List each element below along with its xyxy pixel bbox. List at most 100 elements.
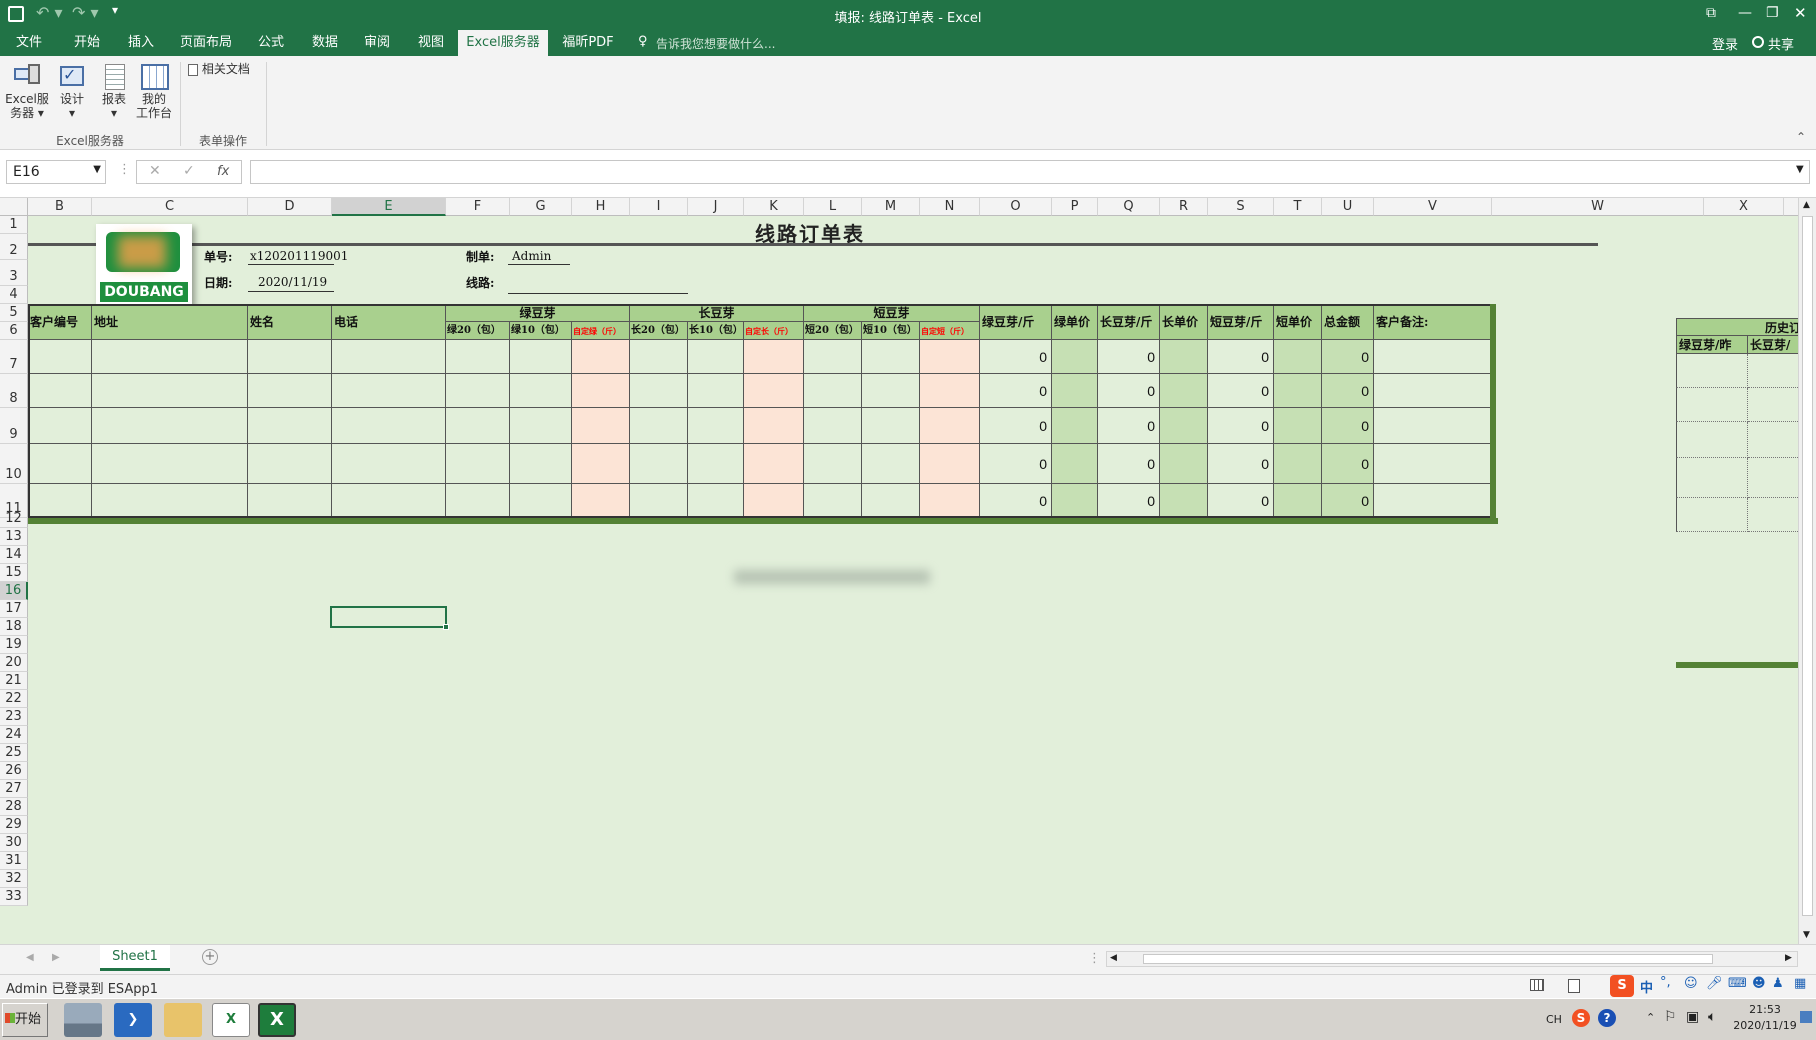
- table-cell-t11[interactable]: [1274, 484, 1322, 518]
- row-header-12[interactable]: 12: [0, 511, 28, 528]
- table-cell-e11[interactable]: [332, 484, 446, 518]
- table-cell-b7[interactable]: [28, 340, 92, 374]
- table-cell-c11[interactable]: [92, 484, 248, 518]
- mic-icon[interactable]: 🎤︎: [1706, 976, 1723, 991]
- help-tray-icon[interactable]: ?: [1598, 1009, 1616, 1027]
- table-cell-g8[interactable]: [510, 374, 572, 408]
- network-icon[interactable]: ▣: [1686, 1009, 1699, 1025]
- table-cell-i7[interactable]: [630, 340, 688, 374]
- table-cell-o10[interactable]: 0: [980, 444, 1052, 484]
- table-cell-p7[interactable]: [1052, 340, 1098, 374]
- table-cell-m8[interactable]: [862, 374, 920, 408]
- column-header-t[interactable]: T: [1274, 198, 1322, 216]
- table-cell-d10[interactable]: [248, 444, 332, 484]
- table-cell-b10[interactable]: [28, 444, 92, 484]
- table-cell-m7[interactable]: [862, 340, 920, 374]
- tab-data[interactable]: 数据: [300, 30, 350, 56]
- column-header-h[interactable]: H: [572, 198, 630, 216]
- table-cell-g9[interactable]: [510, 408, 572, 444]
- start-button[interactable]: 开始: [2, 1003, 48, 1037]
- row-header-23[interactable]: 23: [0, 708, 28, 726]
- table-cell-q7[interactable]: 0: [1098, 340, 1160, 374]
- table-cell-g10[interactable]: [510, 444, 572, 484]
- date-value[interactable]: 2020/11/19: [258, 275, 327, 289]
- expand-formula-icon[interactable]: ▼: [1796, 164, 1804, 175]
- table-cell-p11[interactable]: [1052, 484, 1098, 518]
- history-cell[interactable]: [1676, 354, 1748, 388]
- table-cell-n10[interactable]: [920, 444, 980, 484]
- column-header-e[interactable]: E: [332, 198, 446, 216]
- table-cell-i8[interactable]: [630, 374, 688, 408]
- table-cell-u7[interactable]: 0: [1322, 340, 1374, 374]
- row-header-9[interactable]: 9: [0, 408, 28, 444]
- table-cell-r10[interactable]: [1160, 444, 1208, 484]
- table-cell-k11[interactable]: [744, 484, 804, 518]
- table-cell-f7[interactable]: [446, 340, 510, 374]
- table-cell-o9[interactable]: 0: [980, 408, 1052, 444]
- table-cell-h7[interactable]: [572, 340, 630, 374]
- table-cell-j11[interactable]: [688, 484, 744, 518]
- table-cell-o7[interactable]: 0: [980, 340, 1052, 374]
- hscroll-thumb[interactable]: [1143, 954, 1713, 964]
- minimize-icon[interactable]: —: [1738, 5, 1752, 21]
- show-desktop-icon[interactable]: [1800, 1011, 1812, 1023]
- table-cell-g7[interactable]: [510, 340, 572, 374]
- table-cell-l10[interactable]: [804, 444, 862, 484]
- column-header-i[interactable]: I: [630, 198, 688, 216]
- table-cell-r8[interactable]: [1160, 374, 1208, 408]
- history-cell[interactable]: [1676, 422, 1748, 458]
- tab-foxit-pdf[interactable]: 福昕PDF: [556, 30, 620, 56]
- table-cell-v10[interactable]: [1374, 444, 1492, 484]
- sogou-tray-icon[interactable]: S: [1572, 1009, 1590, 1027]
- table-cell-s8[interactable]: 0: [1208, 374, 1274, 408]
- ime-mode-label[interactable]: 中: [1640, 977, 1653, 996]
- table-cell-l9[interactable]: [804, 408, 862, 444]
- row-header-1[interactable]: 1: [0, 216, 28, 234]
- table-cell-d9[interactable]: [248, 408, 332, 444]
- scroll-down-icon[interactable]: ▼: [1803, 930, 1810, 940]
- row-header-10[interactable]: 10: [0, 444, 28, 484]
- sogou-ime-icon[interactable]: S: [1610, 975, 1634, 997]
- select-all-corner[interactable]: [0, 198, 28, 216]
- table-cell-e7[interactable]: [332, 340, 446, 374]
- table-cell-s7[interactable]: 0: [1208, 340, 1274, 374]
- add-sheet-icon[interactable]: +: [202, 949, 218, 965]
- grid-icon[interactable]: ▦: [1794, 976, 1806, 991]
- tab-page-layout[interactable]: 页面布局: [172, 30, 240, 56]
- vertical-scrollbar[interactable]: ▲ ▼: [1798, 198, 1816, 944]
- table-cell-j8[interactable]: [688, 374, 744, 408]
- column-header-b[interactable]: B: [28, 198, 92, 216]
- row-header-4[interactable]: 4: [0, 286, 28, 304]
- table-cell-v7[interactable]: [1374, 340, 1492, 374]
- history-cell[interactable]: [1676, 388, 1748, 422]
- column-header-f[interactable]: F: [446, 198, 510, 216]
- table-cell-h8[interactable]: [572, 374, 630, 408]
- history-cell[interactable]: [1676, 498, 1748, 532]
- table-cell-j10[interactable]: [688, 444, 744, 484]
- user-tray-icon[interactable]: ☻: [1752, 976, 1766, 991]
- table-cell-s9[interactable]: 0: [1208, 408, 1274, 444]
- folder-icon[interactable]: [164, 1003, 202, 1037]
- table-cell-c8[interactable]: [92, 374, 248, 408]
- table-cell-s10[interactable]: 0: [1208, 444, 1274, 484]
- excel-server-button[interactable]: Excel服 务器 ▾: [4, 62, 50, 120]
- fill-handle[interactable]: [443, 624, 449, 630]
- table-cell-k9[interactable]: [744, 408, 804, 444]
- tab-formulas[interactable]: 公式: [246, 30, 296, 56]
- table-cell-p10[interactable]: [1052, 444, 1098, 484]
- table-cell-k7[interactable]: [744, 340, 804, 374]
- table-cell-d7[interactable]: [248, 340, 332, 374]
- column-header-n[interactable]: N: [920, 198, 980, 216]
- table-cell-t10[interactable]: [1274, 444, 1322, 484]
- scroll-left-icon[interactable]: ◀: [1110, 953, 1117, 963]
- table-cell-m9[interactable]: [862, 408, 920, 444]
- collapse-ribbon-icon[interactable]: ⌃: [1796, 130, 1806, 144]
- table-cell-t8[interactable]: [1274, 374, 1322, 408]
- scroll-right-icon[interactable]: ▶: [1785, 953, 1792, 963]
- tab-insert[interactable]: 插入: [116, 30, 166, 56]
- formula-input[interactable]: [250, 160, 1810, 184]
- table-cell-l7[interactable]: [804, 340, 862, 374]
- row-header-30[interactable]: 30: [0, 834, 28, 852]
- clock-date[interactable]: 2020/11/19: [1732, 1019, 1798, 1032]
- scroll-thumb[interactable]: [1802, 216, 1813, 916]
